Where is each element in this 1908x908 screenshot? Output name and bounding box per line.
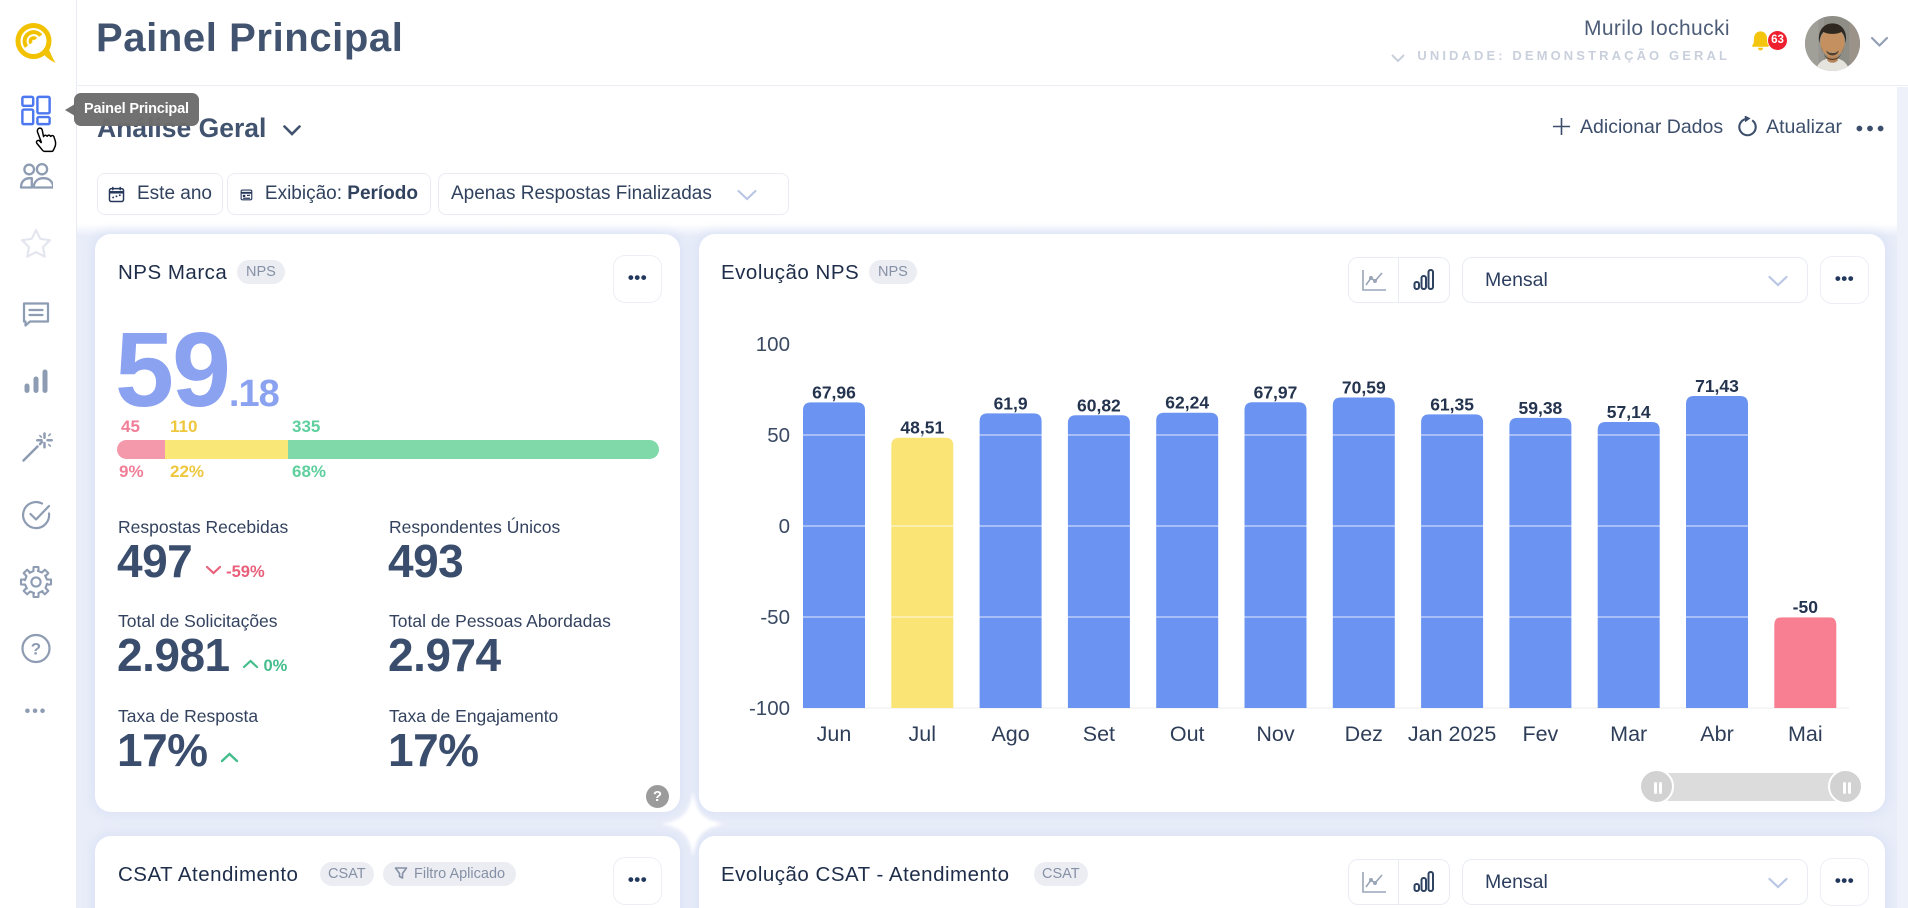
svg-text:Jun: Jun — [817, 722, 852, 746]
svg-text:Abr: Abr — [1700, 722, 1733, 746]
svg-text:Nov: Nov — [1256, 722, 1294, 746]
svg-text:71,43: 71,43 — [1695, 376, 1739, 396]
svg-text:-100: -100 — [749, 697, 790, 720]
svg-text:61,35: 61,35 — [1430, 394, 1474, 414]
svg-text:Jan 2025: Jan 2025 — [1408, 722, 1497, 746]
svg-text:67,96: 67,96 — [812, 382, 856, 402]
svg-text:57,14: 57,14 — [1607, 402, 1651, 422]
svg-text:-50: -50 — [1793, 597, 1819, 617]
svg-text:67,97: 67,97 — [1254, 382, 1298, 402]
svg-text:0: 0 — [779, 515, 790, 538]
svg-text:62,24: 62,24 — [1165, 393, 1209, 413]
svg-text:Ago: Ago — [991, 722, 1029, 746]
svg-text:-50: -50 — [760, 606, 790, 629]
svg-text:?: ? — [31, 640, 41, 659]
svg-text:61,9: 61,9 — [994, 393, 1028, 413]
svg-text:Dez: Dez — [1345, 722, 1383, 746]
svg-text:100: 100 — [756, 333, 790, 356]
svg-text:Mai: Mai — [1788, 722, 1823, 746]
svg-text:60,82: 60,82 — [1077, 395, 1121, 415]
svg-text:Mar: Mar — [1610, 722, 1647, 746]
svg-text:50: 50 — [767, 424, 790, 447]
svg-text:59,38: 59,38 — [1519, 398, 1563, 418]
svg-text:Set: Set — [1083, 722, 1115, 746]
svg-text:70,59: 70,59 — [1342, 378, 1386, 398]
svg-text:Fev: Fev — [1522, 722, 1558, 746]
svg-text:Out: Out — [1170, 722, 1205, 746]
svg-text:Jul: Jul — [909, 722, 936, 746]
